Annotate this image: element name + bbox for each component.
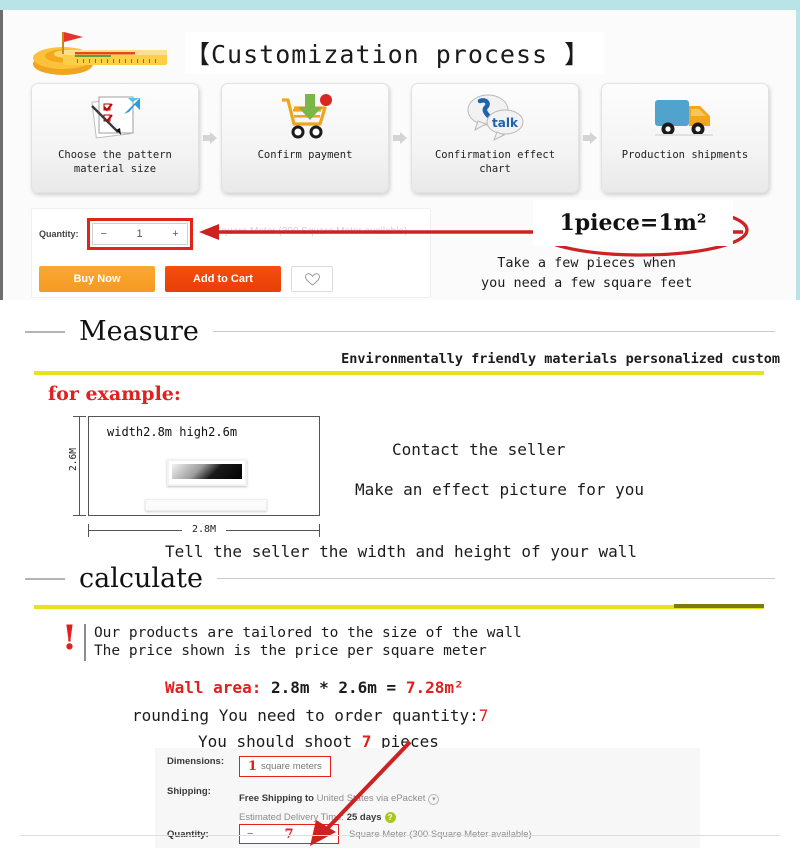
step-card-choose-pattern[interactable]: Choose the pattern material size (31, 83, 199, 193)
tv-illustration (167, 459, 247, 486)
tv-screen (172, 464, 242, 479)
wall-area-label: Wall area: (165, 678, 262, 697)
heading-dash-left-2 (25, 577, 65, 580)
wall-height-cap-bottom (73, 515, 86, 516)
tv-console-illustration (145, 499, 267, 511)
wall-height-label: 2.6M (67, 448, 79, 471)
wall-height-line (79, 416, 80, 516)
heading-dash-left (25, 330, 65, 333)
measure-yellow-rule (34, 371, 764, 375)
step-card-production-shipments[interactable]: Production shipments (601, 83, 769, 193)
step-arrow-icon-3 (579, 130, 601, 146)
wall-width-dimension: 2.8M (88, 524, 320, 538)
svg-text:talk: talk (492, 116, 519, 130)
measure-calculate-panel: Measure Environmentally friendly materia… (0, 308, 800, 850)
piece-note: Take a few pieces when you need a few sq… (481, 254, 692, 293)
step-label: Confirm payment (257, 149, 353, 161)
step-label: Choose the pattern material size (58, 149, 172, 176)
piece-callout: 1piece=1m² (533, 200, 733, 246)
wall-rectangle: width2.8m high2.6m (88, 416, 320, 516)
wishlist-button[interactable] (291, 266, 333, 292)
step-arrow-icon-2 (389, 130, 411, 146)
wall-height-cap-top (73, 416, 86, 417)
exclamation-icon: ! (62, 618, 77, 658)
warning-divider (83, 624, 86, 661)
wall-diagram: 2.6M width2.8m high2.6m 2.8M (58, 416, 328, 538)
rounding-value: 7 (478, 706, 489, 725)
calculate-heading: calculate (79, 563, 203, 594)
dimensions-value: 1 (248, 759, 258, 774)
shopping-cart-download-icon (276, 90, 334, 144)
wall-width-cap-right (319, 524, 320, 537)
page-title: 【Customization process 】 (185, 40, 591, 69)
wall-area-expression: 2.8m * 2.6m = (261, 678, 406, 697)
step-card-confirm-payment[interactable]: Confirm payment (221, 83, 389, 193)
add-to-cart-button[interactable]: Add to Cart (165, 266, 281, 292)
piece-equals-text: 1piece=1m² (533, 200, 733, 246)
order-quantity-label: Quantity: (167, 828, 209, 840)
piece-note-line-1: Take a few pieces when (497, 255, 677, 271)
measure-tagline: Environmentally friendly materials perso… (341, 351, 780, 367)
heading-dash-right (212, 330, 775, 333)
step-label: Production shipments (621, 149, 749, 161)
dimensions-label: Dimensions: (167, 756, 225, 767)
heading-dash-right-2 (216, 577, 775, 580)
contact-seller-line: Contact the seller (392, 440, 566, 459)
piece-note-line-2: you need a few square feet (481, 274, 693, 291)
quantity-label: Quantity: (39, 229, 79, 239)
calculate-heading-row: calculate (0, 563, 800, 594)
chat-talk-icon: talk (464, 90, 526, 144)
tell-seller-line: Tell the seller the width and height of … (165, 542, 638, 561)
order-quantity-minus-button[interactable]: − (247, 828, 253, 840)
warning-block: ! Our products are tailored to the size … (62, 618, 522, 661)
wall-area-line: Wall area: 2.8m * 2.6m = 7.28m² (165, 678, 464, 697)
quantity-stepper[interactable]: − 1 + (91, 223, 188, 245)
step-card-confirmation-effect-chart[interactable]: talk Confirmation effect chart (411, 83, 579, 193)
wall-dims-text: width2.8m high2.6m (107, 425, 238, 439)
warning-line-1: Our products are tailored to the size of… (93, 625, 522, 641)
quantity-minus-button[interactable]: − (101, 228, 107, 240)
delivery-truck-icon (653, 90, 717, 144)
quantity-row: Quantity: − 1 + (39, 218, 193, 250)
measure-heading-row: Measure (0, 316, 800, 347)
action-buttons: Buy Now Add to Cart (39, 266, 333, 292)
wall-width-cap-left (88, 524, 89, 537)
customization-title-block: 【Customization process 】 (185, 32, 605, 74)
warning-line-2: The price shown is the price per square … (93, 643, 487, 660)
bottom-divider (20, 835, 780, 836)
calculate-yellow-rule (34, 604, 764, 609)
heart-icon (304, 272, 320, 286)
tape-measure-icon (31, 28, 171, 76)
for-example-label: for example: (48, 383, 181, 405)
wall-area-result: 7.28m² (405, 678, 464, 697)
wall-width-label: 2.8M (182, 524, 226, 535)
quantity-highlight-box: − 1 + (86, 218, 193, 250)
measure-heading: Measure (79, 316, 199, 347)
customization-process-panel: 【Customization process 】 Choose the patt… (0, 0, 800, 300)
document-pen-icon (86, 90, 144, 144)
step-arrow-icon-1 (199, 130, 221, 146)
quantity-plus-button[interactable]: + (172, 228, 178, 240)
wall-height-dimension: 2.6M (68, 416, 86, 516)
rounding-line: rounding You need to order quantity:7 (132, 706, 488, 725)
warning-text: Our products are tailored to the size of… (94, 624, 522, 661)
quantity-value[interactable]: 1 (136, 228, 142, 240)
effect-picture-line: Make an effect picture for you (355, 480, 644, 499)
customization-process-inner: 【Customization process 】 Choose the patt… (0, 10, 796, 300)
shipping-label: Shipping: (167, 786, 211, 797)
step-label: Confirmation effect chart (434, 149, 556, 176)
process-steps: Choose the pattern material size Confirm… (31, 82, 771, 194)
buy-now-button[interactable]: Buy Now (39, 266, 155, 292)
rounding-text: rounding You need to order quantity: (132, 706, 479, 725)
